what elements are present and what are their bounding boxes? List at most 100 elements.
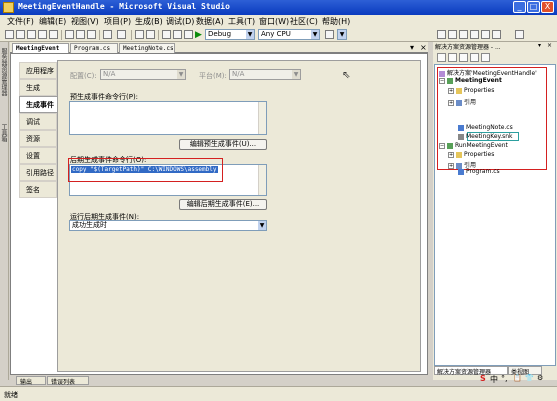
edit-postbuild-button[interactable]: 编辑后期生成事件(E)... [179,199,267,210]
edit-prebuild-button[interactable]: 编辑预生成事件(U)... [179,139,267,150]
server-explorer-tab[interactable]: 服务器资源管理器 [0,48,8,118]
menu-project[interactable]: 项目(P) [104,16,131,27]
open-icon[interactable] [27,30,36,39]
view-class-diagram-icon[interactable] [481,53,490,62]
prebuild-command-textarea[interactable] [69,101,267,135]
tab-debug[interactable]: 调试 [19,113,57,130]
refresh-icon[interactable] [459,53,468,62]
vertical-scrollbar[interactable] [258,102,266,134]
chinese-mode-icon[interactable]: 中 [490,374,498,385]
tree-item-meetingkey-snk[interactable]: MeetingKey.snk [458,133,513,140]
tab-meetingnote-cs[interactable]: MeetingNote.cs [119,43,175,53]
copy-icon[interactable] [76,30,85,39]
tab-build-events[interactable]: 生成事件 [19,96,57,113]
tree-item-program-cs[interactable]: Program.cs [458,168,500,175]
menu-edit[interactable]: 编辑(E) [39,16,66,27]
run-postbuild-select[interactable]: 成功生成时 ▼ [69,220,267,231]
tree-item-properties-2[interactable]: + Properties [448,151,494,158]
solution-platform-select[interactable]: Any CPU ▼ [258,29,320,40]
tree-item-references[interactable]: + 引用 [448,97,476,106]
ime-settings-icon[interactable]: ⚙ [537,374,543,382]
close-document-icon[interactable]: × [420,43,427,52]
format-icon[interactable] [184,30,193,39]
properties-window-icon[interactable] [448,30,457,39]
menu-tools[interactable]: 工具(T) [228,16,255,27]
find-dropdown[interactable]: ▼ [337,29,347,40]
sogou-ime-icon[interactable]: S [480,374,486,383]
start-debugging-icon[interactable]: ▶ [195,30,202,40]
show-all-files-icon[interactable] [448,53,457,62]
navigate-forward-icon[interactable] [146,30,155,39]
title-bar: MeetingEventHandle - Microsoft Visual St… [0,0,557,15]
new-project-icon[interactable] [5,30,14,39]
view-code-icon[interactable] [470,53,479,62]
toolbox-icon[interactable] [470,30,479,39]
toolbox-tab[interactable]: 工具箱 [0,124,8,146]
redo-icon[interactable] [117,30,126,39]
bottom-tool-tabs: 输出 错误列表 [10,376,428,386]
tree-item-label: Properties [464,151,495,158]
cut-icon[interactable] [65,30,74,39]
solution-configuration-select[interactable]: Debug ▼ [205,29,255,40]
find-combo-icon[interactable] [325,30,334,39]
menu-window[interactable]: 窗口(W) [259,16,289,27]
tree-item-properties[interactable]: + Properties [448,87,494,94]
skin-icon[interactable]: 👕 [525,374,534,382]
tree-item-meetingnote-cs[interactable]: MeetingNote.cs [458,124,513,131]
tab-meetingevent[interactable]: MeetingEvent [12,43,69,53]
tab-resources[interactable]: 资源 [19,130,57,147]
soft-keyboard-icon[interactable]: 📋 [513,374,522,382]
menu-help[interactable]: 帮助(H) [322,16,350,27]
menu-view[interactable]: 视图(V) [71,16,99,27]
tab-list-dropdown-icon[interactable]: ▾ [410,43,414,52]
tab-program-cs[interactable]: Program.cs [70,43,118,53]
solution-explorer-icon[interactable] [437,30,446,39]
expand-icon[interactable]: + [448,99,454,106]
menu-file[interactable]: 文件(F) [7,16,34,27]
collapse-icon[interactable]: − [439,142,445,149]
minimize-button[interactable]: _ [513,1,526,13]
menu-build[interactable]: 生成(B) [135,16,163,27]
start-page-icon[interactable] [481,30,490,39]
step-icon[interactable] [162,30,171,39]
vertical-scrollbar[interactable] [258,165,266,195]
tab-application[interactable]: 应用程序 [19,62,57,79]
chevron-down-icon: ▼ [246,30,254,39]
tree-item-solution[interactable]: 解决方案'MeetingEventHandle' [439,68,537,77]
save-all-icon[interactable] [49,30,58,39]
tab-settings[interactable]: 设置 [19,147,57,164]
tab-error-list[interactable]: 错误列表 [47,376,89,386]
mouse-cursor-icon: ⇖ [342,70,351,81]
tree-item-meetingevent[interactable]: − MeetingEvent [439,77,502,84]
breakpoint-icon[interactable] [173,30,182,39]
panel-menu-icon[interactable]: ▾ [538,42,541,49]
collapse-icon[interactable]: − [439,77,445,84]
menu-debug[interactable]: 调试(D) [166,16,194,27]
options-icon[interactable] [515,30,524,39]
class-view-icon[interactable] [492,30,501,39]
tree-item-label: RunMeetingEvent [455,142,508,149]
save-icon[interactable] [38,30,47,39]
tab-signing[interactable]: 签名 [19,181,57,198]
add-item-icon[interactable] [16,30,25,39]
tab-output[interactable]: 输出 [16,376,46,386]
left-dock-strip: 服务器资源管理器 工具箱 [0,42,9,380]
panel-close-icon[interactable]: × [547,42,552,49]
object-browser-icon[interactable] [459,30,468,39]
undo-icon[interactable] [103,30,112,39]
expand-icon[interactable]: + [448,162,454,169]
tab-build[interactable]: 生成 [19,79,57,96]
paste-icon[interactable] [87,30,96,39]
menu-data[interactable]: 数据(A) [196,16,224,27]
chevron-down-icon: ▼ [311,30,319,39]
close-button[interactable]: X [541,1,554,13]
tab-reference-paths[interactable]: 引用路径 [19,164,57,181]
expand-icon[interactable]: + [448,151,454,158]
properties-icon[interactable] [437,53,446,62]
maximize-button[interactable]: □ [527,1,540,13]
punctuation-icon[interactable]: °, [501,374,508,383]
expand-icon[interactable]: + [448,87,454,94]
menu-community[interactable]: 社区(C) [290,16,318,27]
navigate-backward-icon[interactable] [135,30,144,39]
tree-item-runmeetingevent[interactable]: − RunMeetingEvent [439,142,508,149]
